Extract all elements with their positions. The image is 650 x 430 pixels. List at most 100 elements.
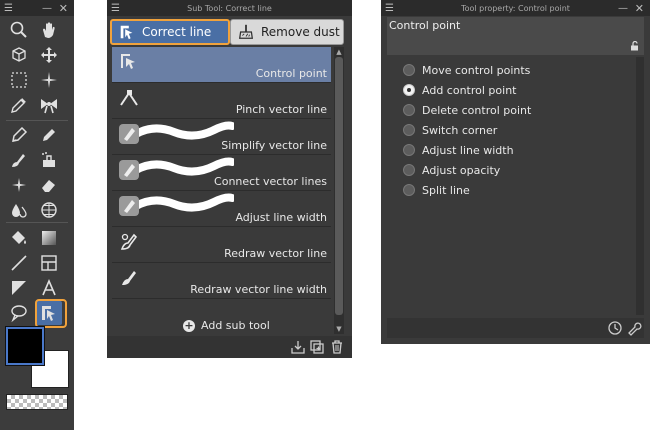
text-icon[interactable] xyxy=(36,276,62,300)
tab-label: Correct line xyxy=(142,25,212,39)
radio-button[interactable] xyxy=(403,124,415,136)
tool-palette-titlebar: ☰ — ✕ xyxy=(0,0,74,16)
fill-icon[interactable] xyxy=(6,226,32,250)
eyedropper-icon[interactable] xyxy=(6,93,32,117)
tool-palette: ☰ — ✕ xyxy=(0,0,74,430)
wrench-icon[interactable] xyxy=(626,320,642,336)
subtool-item-redraw-vector-line[interactable]: Redraw vector line xyxy=(112,227,331,263)
option-label: Adjust line width xyxy=(422,143,514,157)
blend-icon[interactable] xyxy=(6,198,32,222)
subtool-item-label: Control point xyxy=(255,67,327,80)
tool-property-title: Tool property: Control point xyxy=(461,3,570,13)
radio-button[interactable] xyxy=(403,104,415,116)
control-point-icon xyxy=(121,54,135,69)
tab-remove-dust[interactable]: Remove dust xyxy=(230,19,344,45)
option-label: Delete control point xyxy=(422,103,532,117)
radio-button[interactable] xyxy=(403,144,415,156)
restore-default-icon[interactable] xyxy=(607,320,623,336)
option-label: Adjust opacity xyxy=(422,163,501,177)
subtool-item-simplify-vector-line[interactable]: Simplify vector line xyxy=(112,119,331,155)
subtool-titlebar: ☰ Sub Tool: Correct line xyxy=(107,0,352,16)
subtool-scrollbar[interactable]: ▲ ▼ xyxy=(334,47,344,334)
radio-button[interactable] xyxy=(403,64,415,76)
pinch-icon xyxy=(120,90,138,106)
option-split-line[interactable]: Split line xyxy=(403,182,470,198)
pencil-icon[interactable] xyxy=(36,123,62,147)
minimize-icon[interactable]: — xyxy=(618,0,628,16)
tab-correct-line[interactable]: Correct line xyxy=(110,19,230,45)
tool-separator xyxy=(6,222,68,223)
brush-icon[interactable] xyxy=(6,148,32,172)
selected-tool-highlight xyxy=(35,299,67,328)
decoration-icon[interactable] xyxy=(6,173,32,197)
close-icon[interactable]: ✕ xyxy=(635,0,644,16)
tool-property-bottom-bar xyxy=(387,318,644,338)
grid-icon[interactable] xyxy=(36,198,62,222)
option-label: Switch corner xyxy=(422,123,498,137)
tool-property-titlebar: ☰ Tool property: Control point — ✕ xyxy=(381,0,650,16)
ruler-icon[interactable] xyxy=(6,276,32,300)
subtool-list: Control point Pinch vector line Simplify… xyxy=(112,47,331,334)
main-color-swatch[interactable] xyxy=(5,326,45,366)
ribbon-icon[interactable] xyxy=(36,93,62,117)
redraw-width-icon xyxy=(122,271,136,285)
option-switch-corner[interactable]: Switch corner xyxy=(403,122,497,138)
transparent-color-swatch[interactable] xyxy=(6,394,68,410)
menu-icon[interactable]: ☰ xyxy=(111,0,120,16)
subtool-item-label: Connect vector lines xyxy=(214,175,327,188)
subtool-item-label: Redraw vector line xyxy=(224,247,327,260)
duplicate-icon[interactable] xyxy=(309,339,325,355)
option-delete-control-point[interactable]: Delete control point xyxy=(403,102,531,118)
tool-property-header: Control point xyxy=(387,17,644,55)
tool-property-scrollbar[interactable] xyxy=(636,57,644,315)
frame-border-icon[interactable] xyxy=(36,251,62,275)
operation-icon[interactable] xyxy=(6,43,32,67)
option-move-control-points[interactable]: Move control points xyxy=(403,62,530,78)
simplify-icon xyxy=(119,124,139,144)
radio-button[interactable] xyxy=(403,184,415,196)
add-sub-tool-label: Add sub tool xyxy=(201,319,270,332)
hand-icon[interactable] xyxy=(36,18,62,42)
auto-select-icon[interactable] xyxy=(36,68,62,92)
subtool-item-adjust-line-width[interactable]: Adjust line width xyxy=(112,191,331,227)
option-label: Move control points xyxy=(422,63,531,77)
selection-icon[interactable] xyxy=(6,68,32,92)
radio-button-checked[interactable] xyxy=(403,84,415,96)
scroll-thumb[interactable] xyxy=(335,57,343,315)
radio-button[interactable] xyxy=(403,164,415,176)
remove-dust-icon xyxy=(235,21,257,43)
menu-icon[interactable]: ☰ xyxy=(4,0,13,16)
tool-property-panel: ☰ Tool property: Control point — ✕ Contr… xyxy=(381,0,650,344)
close-icon[interactable]: ✕ xyxy=(59,0,68,16)
scroll-down-icon[interactable]: ▼ xyxy=(334,324,344,334)
minimize-icon[interactable]: — xyxy=(42,0,52,16)
trash-icon[interactable] xyxy=(329,339,345,355)
subtool-item-redraw-vector-line-width[interactable]: Redraw vector line width xyxy=(112,263,331,299)
import-icon[interactable] xyxy=(290,339,306,355)
lock-icon[interactable] xyxy=(630,41,640,51)
subtool-item-pinch-vector-line[interactable]: Pinch vector line xyxy=(112,83,331,119)
subtool-item-connect-vector-lines[interactable]: Connect vector lines xyxy=(112,155,331,191)
add-sub-tool-button[interactable]: + Add sub tool xyxy=(183,319,270,332)
correct-line-icon xyxy=(116,21,138,43)
eraser-icon[interactable] xyxy=(36,173,62,197)
airbrush-icon[interactable] xyxy=(36,148,62,172)
connect-icon xyxy=(119,160,139,180)
option-adjust-line-width[interactable]: Adjust line width xyxy=(403,142,514,158)
option-add-control-point[interactable]: Add control point xyxy=(403,82,516,98)
pen-icon[interactable] xyxy=(6,123,32,147)
menu-icon[interactable]: ☰ xyxy=(385,0,394,16)
subtool-item-control-point[interactable]: Control point xyxy=(112,47,331,83)
subtool-bottom-bar xyxy=(107,336,352,358)
scroll-up-icon[interactable]: ▲ xyxy=(334,47,344,57)
gradient-icon[interactable] xyxy=(36,226,62,250)
zoom-icon[interactable] xyxy=(6,18,32,42)
subtool-title: Sub Tool: Correct line xyxy=(187,3,272,13)
balloon-icon[interactable] xyxy=(6,301,32,325)
subtool-item-label: Pinch vector line xyxy=(235,103,327,116)
figure-icon[interactable] xyxy=(6,251,32,275)
option-adjust-opacity[interactable]: Adjust opacity xyxy=(403,162,500,178)
redraw-icon xyxy=(120,233,138,250)
option-label: Split line xyxy=(422,183,470,197)
move-layer-icon[interactable] xyxy=(36,43,62,67)
